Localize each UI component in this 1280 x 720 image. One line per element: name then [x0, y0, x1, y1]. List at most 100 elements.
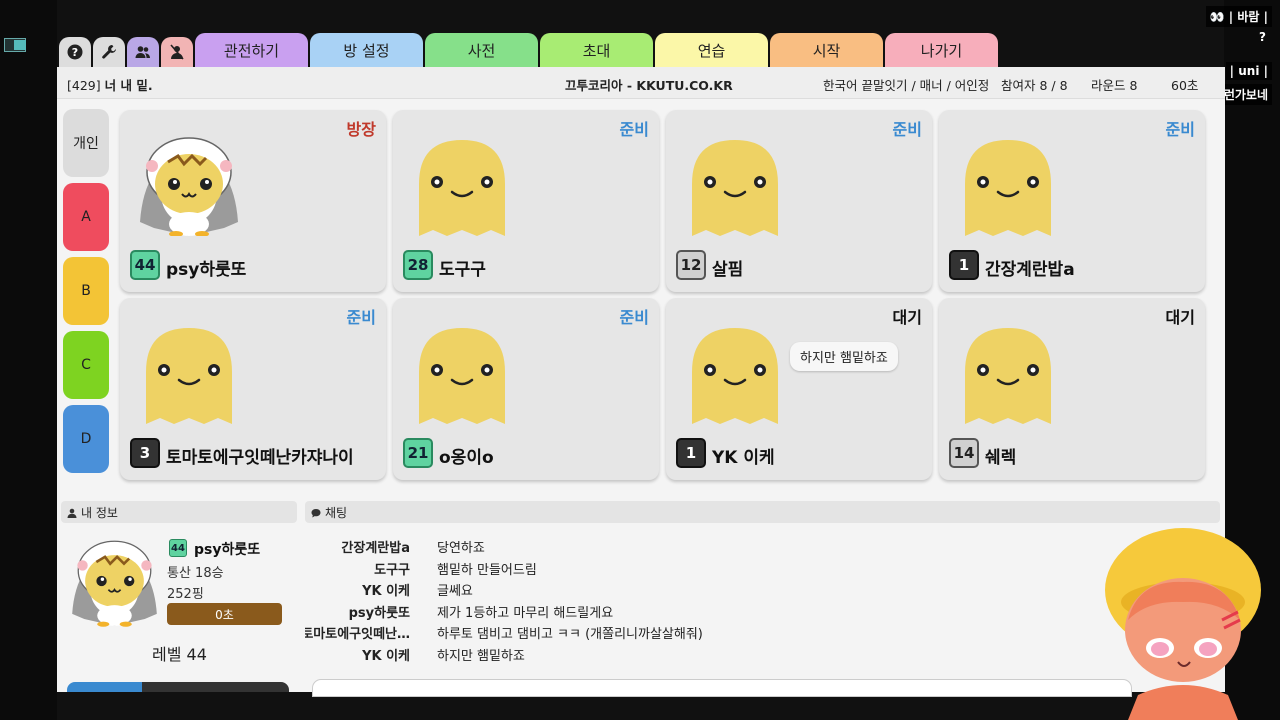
player-status: 준비: [346, 308, 376, 327]
player-card[interactable]: 대기 하지만 햄밑하죠 1 YK 이케: [666, 298, 932, 480]
chat-sender: 토마토에구잇떼난…: [305, 627, 410, 643]
round-time: 60초: [1171, 78, 1199, 93]
player-card[interactable]: 준비 28 도구구: [393, 110, 659, 292]
chat-header: 채팅: [305, 501, 1220, 523]
chat-sender: 도구구: [374, 562, 410, 578]
room-name: 너 내 밑.: [104, 78, 153, 93]
room-title: [429] 너 내 밑.: [67, 75, 153, 94]
player-card[interactable]: 준비 12 살핌: [666, 110, 932, 292]
player-status: 대기: [1165, 308, 1195, 327]
player-name: o옹이o: [439, 448, 494, 468]
blob-avatar: [692, 328, 778, 424]
my-action-button-2[interactable]: [142, 682, 289, 692]
chat-message: YK 이케 글쎄요: [305, 578, 1185, 600]
my-info-header: 내 정보: [61, 501, 297, 523]
team-c-button[interactable]: C: [63, 331, 109, 399]
users-icon: [135, 46, 150, 58]
player-status: 대기: [892, 308, 922, 327]
chat-message: 간장계란밥a 당연하죠: [305, 535, 1185, 557]
stream-overlay-top: 👀 | 바람 |: [1205, 6, 1272, 27]
player-status: 준비: [619, 308, 649, 327]
chat-sender: 간장계란밥a: [341, 541, 410, 556]
player-status: 준비: [619, 120, 649, 139]
my-info-title: 내 정보: [81, 506, 118, 520]
tab-exit[interactable]: 나가기: [885, 33, 998, 67]
team-b-button[interactable]: B: [63, 257, 109, 325]
my-level-badge: 44: [169, 539, 187, 557]
player-name: YK 이케: [712, 448, 775, 468]
help-circle-icon: ?: [67, 44, 83, 60]
chat-title: 채팅: [325, 506, 348, 520]
friends-tab[interactable]: [127, 37, 159, 67]
player-card[interactable]: 준비 21 o옹이o: [393, 298, 659, 480]
player-level-badge: 44: [130, 250, 160, 280]
my-action-button-1[interactable]: [67, 682, 142, 692]
chat-message: 토마토에구잇떼난… 하루토 댐비고 댐비고 ㅋㅋ (개쫄리니까살살해줘): [305, 621, 1185, 643]
team-solo-button[interactable]: 개인: [63, 109, 109, 177]
room-number: [429]: [67, 78, 101, 93]
player-card[interactable]: 준비 1 간장계란밥a: [939, 110, 1205, 292]
chat-scroll-hint: [305, 525, 1185, 535]
chat-sender: YK 이케: [362, 648, 410, 664]
tab-invite[interactable]: 초대: [540, 33, 653, 67]
my-avatar: [72, 540, 157, 627]
chat-log[interactable]: 간장계란밥a 당연하죠 도구구 햄밑하 만들어드림 YK 이케 글쎄요 psy하룻또 제…: [305, 525, 1185, 675]
player-level-badge: 3: [130, 438, 160, 468]
user-block-icon: [170, 44, 184, 60]
player-name: 도구구: [439, 260, 486, 280]
penguin-avatar: [140, 137, 238, 236]
player-status: 방장: [346, 120, 376, 139]
chat-text: 하루토 댐비고 댐비고 ㅋㅋ (개쫄리니까살살해줘): [437, 627, 703, 643]
team-d-button[interactable]: D: [63, 405, 109, 473]
chat-bubble-icon: [311, 509, 321, 518]
tab-start[interactable]: 시작: [770, 33, 883, 67]
chat-input[interactable]: [312, 679, 1132, 697]
player-name: 간장계란밥a: [985, 260, 1075, 280]
player-level-badge: 1: [949, 250, 979, 280]
player-level-badge: 28: [403, 250, 433, 280]
my-level-text: 레벨 44: [152, 645, 207, 664]
chat-text: 하지만 햄밑하죠: [437, 648, 525, 664]
stream-overlay-user: | uni |: [1225, 62, 1272, 80]
tab-room-settings[interactable]: 방 설정: [310, 33, 423, 67]
help-tab[interactable]: ?: [59, 37, 91, 67]
team-a-button[interactable]: A: [63, 183, 109, 251]
player-level-badge: 12: [676, 250, 706, 280]
blob-avatar: [419, 140, 505, 236]
my-nickname: psy하룻또: [194, 542, 261, 558]
stream-widget-icon-inner: [14, 40, 26, 50]
chat-text: 제가 1등하고 마무리 해드릴게요: [437, 605, 614, 621]
blob-avatar: [146, 328, 232, 424]
room-info-bar: [429] 너 내 밑. 끄투코리아 - KKUTU.CO.KR 한국어 끝말잇…: [57, 67, 1225, 99]
stream-left-edge: [0, 0, 57, 720]
my-points: 252핑: [167, 587, 204, 602]
player-name: psy하룻또: [166, 260, 247, 280]
tab-spectate[interactable]: 관전하기: [195, 33, 308, 67]
game-room-window: [429] 너 내 밑. 끄투코리아 - KKUTU.CO.KR 한국어 끝말잇…: [57, 67, 1225, 697]
player-card[interactable]: 준비 3 토마토에구잇떼난카쟈나이: [120, 298, 386, 480]
chat-message: psy하룻또 제가 1등하고 마무리 해드릴게요: [305, 600, 1185, 622]
player-status: 준비: [1165, 120, 1195, 139]
player-count: 참여자 8 / 8: [1001, 78, 1068, 93]
tab-practice[interactable]: 연습: [655, 33, 768, 67]
room-tab-bar: ? 관전하기 방 설정 사전 초대 연습 시작 나가기: [59, 33, 998, 67]
stream-overlay-help: ?: [1259, 30, 1266, 44]
svg-text:?: ?: [72, 46, 78, 59]
player-chat-bubble: 하지만 햄밑하죠: [790, 342, 898, 371]
my-timer-bar: 0초: [167, 603, 282, 625]
blob-avatar: [419, 328, 505, 424]
kick-tab[interactable]: [161, 37, 193, 67]
tab-dictionary[interactable]: 사전: [425, 33, 538, 67]
player-card[interactable]: 대기 14 쉐렉: [939, 298, 1205, 480]
player-card[interactable]: 방장 44 psy하룻또: [120, 110, 386, 292]
chat-sender: psy하룻또: [348, 605, 410, 621]
blob-avatar: [692, 140, 778, 236]
settings-tab[interactable]: [93, 37, 125, 67]
user-icon: [67, 508, 77, 518]
player-name: 토마토에구잇떼난카쟈나이: [166, 448, 354, 468]
player-status: 준비: [892, 120, 922, 139]
chat-sender: YK 이케: [362, 584, 410, 600]
team-selector: 개인 A B C D: [63, 109, 109, 479]
blob-avatar: [965, 140, 1051, 236]
player-level-badge: 14: [949, 438, 979, 468]
